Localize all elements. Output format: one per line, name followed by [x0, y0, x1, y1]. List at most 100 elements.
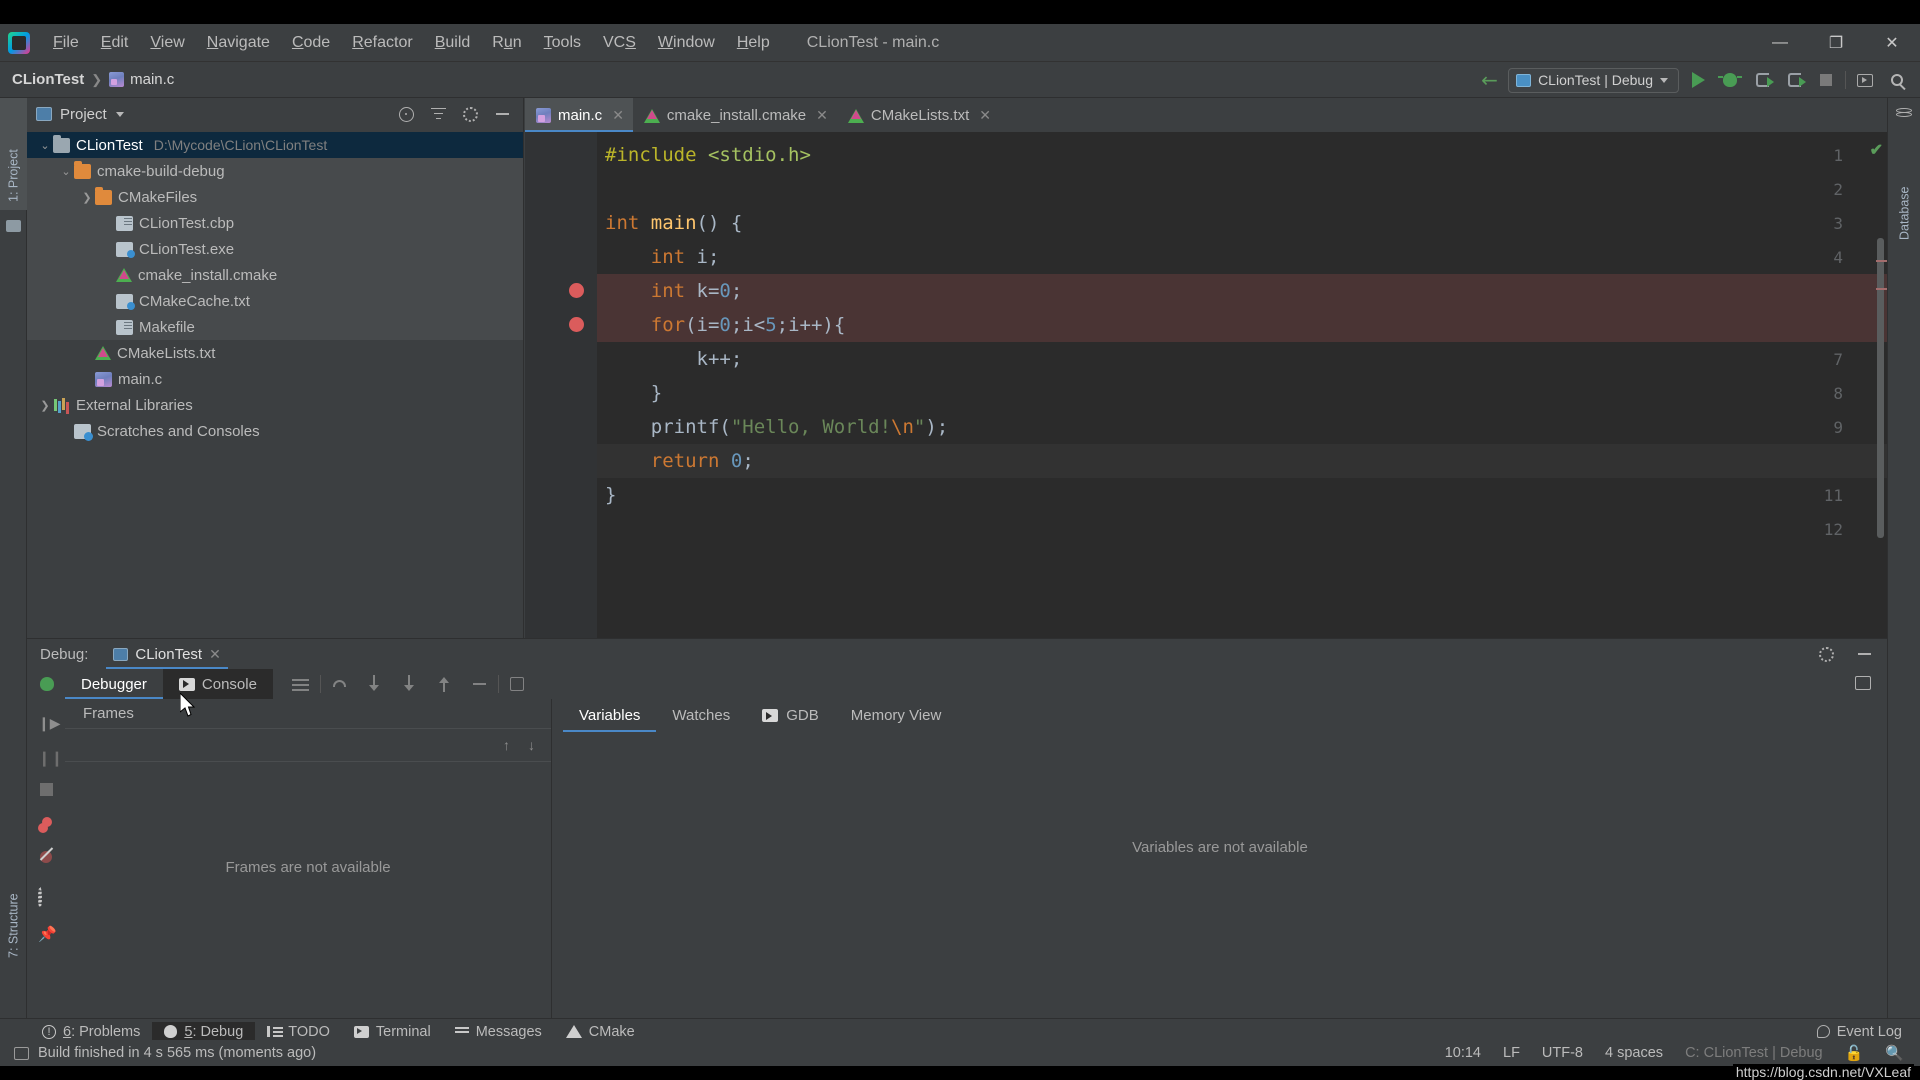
- step-out-icon[interactable]: [435, 675, 454, 694]
- caret-position[interactable]: 10:14: [1445, 1045, 1481, 1061]
- code-line[interactable]: return 0;: [597, 444, 1887, 478]
- code-line[interactable]: [597, 512, 1887, 546]
- evaluate-icon[interactable]: [508, 675, 527, 694]
- screen-icon[interactable]: [1852, 67, 1878, 93]
- arrow-up-icon[interactable]: ↑: [503, 737, 510, 753]
- breadcrumb-project[interactable]: CLionTest: [12, 71, 84, 88]
- code-line[interactable]: #include <stdio.h>: [597, 138, 1887, 172]
- search-everywhere-icon[interactable]: [1884, 67, 1910, 93]
- code-line[interactable]: int k= 0;: [597, 274, 1887, 308]
- collapse-all-icon[interactable]: [429, 105, 447, 123]
- breadcrumb-file[interactable]: main.c: [109, 71, 174, 88]
- tree-node-external-libraries[interactable]: ❯ External Libraries: [27, 392, 523, 418]
- menu-item-view[interactable]: View: [139, 32, 195, 54]
- settings-gear-icon[interactable]: [38, 887, 55, 908]
- menu-item-code[interactable]: Code: [281, 32, 341, 54]
- menu-item-refactor[interactable]: Refactor: [341, 32, 423, 54]
- code-line[interactable]: int main() {: [597, 206, 1887, 240]
- menu-item-build[interactable]: Build: [424, 32, 482, 54]
- pause-icon[interactable]: ❙❙: [38, 749, 63, 767]
- tool-window-button-5-debug[interactable]: 5: Debug: [152, 1021, 256, 1042]
- view-breakpoints-icon[interactable]: [38, 817, 55, 834]
- tree-node-cliontest[interactable]: ⌄ CLionTest D:\Mycode\CLion\CLionTest: [27, 132, 523, 158]
- run-configuration-selector[interactable]: CLionTest | Debug: [1508, 67, 1679, 93]
- breakpoint-icon[interactable]: [569, 283, 584, 298]
- indent-setting[interactable]: 4 spaces: [1605, 1045, 1663, 1061]
- step-over-icon[interactable]: [330, 675, 349, 694]
- scrollbar-thumb[interactable]: [1877, 238, 1884, 538]
- arrow-down-icon[interactable]: ↓: [528, 737, 535, 753]
- breakpoint-icon[interactable]: [569, 317, 584, 332]
- force-step-into-icon[interactable]: [400, 674, 419, 694]
- tree-node-cliontest-cbp[interactable]: CLionTest.cbp: [27, 210, 523, 236]
- stop-icon[interactable]: [1813, 67, 1839, 93]
- debug-bug-icon[interactable]: [38, 675, 55, 692]
- tree-node-main-c[interactable]: main.c: [27, 366, 523, 392]
- resume-icon[interactable]: ❙▶: [38, 715, 61, 732]
- hide-icon[interactable]: [1855, 645, 1873, 663]
- inspections-icon[interactable]: 🔍: [1885, 1044, 1904, 1062]
- variables-tab-gdb[interactable]: GDB: [746, 699, 835, 732]
- menu-item-run[interactable]: Run: [481, 32, 532, 54]
- attach-icon[interactable]: [1749, 67, 1775, 93]
- minimize-button[interactable]: —: [1752, 24, 1808, 62]
- layout-settings-icon[interactable]: [1855, 676, 1873, 692]
- variables-tab-watches[interactable]: Watches: [656, 699, 746, 732]
- sidebar-item-project[interactable]: 1: Project: [0, 98, 27, 210]
- sidebar-item-database[interactable]: Database: [1888, 130, 1920, 240]
- tree-node-scratches-and-consoles[interactable]: Scratches and Consoles: [27, 418, 523, 444]
- mute-breakpoints-icon[interactable]: [38, 847, 55, 866]
- chevron-down-icon[interactable]: [115, 111, 124, 117]
- tool-window-button-messages[interactable]: Messages: [443, 1022, 554, 1042]
- code-line[interactable]: for (i= 0 ;i< 5 ;i++){: [597, 308, 1887, 342]
- variables-tab-memory-view[interactable]: Memory View: [835, 699, 958, 732]
- code-line[interactable]: int i;: [597, 240, 1887, 274]
- chevron-down-icon[interactable]: ⌄: [58, 165, 74, 178]
- menu-item-help[interactable]: Help: [726, 32, 781, 54]
- close-icon[interactable]: ✕: [209, 646, 221, 663]
- menu-item-tools[interactable]: Tools: [533, 32, 592, 54]
- editor-scrollbar[interactable]: [1876, 168, 1885, 638]
- step-into-icon[interactable]: [365, 674, 384, 694]
- code-line[interactable]: [597, 172, 1887, 206]
- tree-node-cmakecache-txt[interactable]: CMakeCache.txt: [27, 288, 523, 314]
- inspection-status-icon[interactable]: ✔: [1870, 140, 1883, 160]
- tool-window-button-6-problems[interactable]: ! 6: Problems: [30, 1022, 152, 1042]
- code-editor[interactable]: 123456789101112 #include <stdio.h>int ma…: [525, 132, 1887, 638]
- target-icon[interactable]: [397, 105, 415, 123]
- variables-tab-variables[interactable]: Variables: [563, 699, 657, 732]
- code-content[interactable]: #include <stdio.h> int main() { int i; in…: [597, 132, 1887, 638]
- event-log-button[interactable]: Event Log: [1816, 1024, 1920, 1040]
- close-icon[interactable]: ✕: [816, 107, 828, 124]
- code-line[interactable]: }: [597, 478, 1887, 512]
- tree-node-cliontest-exe[interactable]: CLionTest.exe: [27, 236, 523, 262]
- tool-window-button-todo[interactable]: TODO: [255, 1022, 342, 1042]
- stop-icon[interactable]: [38, 781, 55, 798]
- hide-icon[interactable]: [493, 105, 511, 123]
- tree-node-cmake-install-cmake[interactable]: cmake_install.cmake: [27, 262, 523, 288]
- tree-node-cmakelists-txt[interactable]: CMakeLists.txt: [27, 340, 523, 366]
- editor-tab-main-c[interactable]: main.c ✕: [525, 98, 633, 132]
- editor-tab-cmakelists-txt[interactable]: CMakeLists.txt ✕: [837, 98, 1000, 132]
- debug-icon[interactable]: [1717, 67, 1743, 93]
- close-icon[interactable]: ✕: [612, 107, 624, 124]
- tool-window-button-cmake[interactable]: CMake: [554, 1022, 647, 1042]
- debug-tab-debugger[interactable]: Debugger: [65, 669, 163, 699]
- menu-item-window[interactable]: Window: [647, 32, 726, 54]
- debug-session-tab[interactable]: CLionTest ✕: [106, 639, 229, 669]
- lock-icon[interactable]: 🔓: [1845, 1044, 1864, 1062]
- run-icon[interactable]: [1685, 67, 1711, 93]
- encoding[interactable]: UTF-8: [1542, 1045, 1583, 1061]
- chevron-down-icon[interactable]: ⌄: [37, 139, 53, 152]
- back-arrow-icon[interactable]: ↖: [1476, 67, 1503, 94]
- line-separator[interactable]: LF: [1503, 1045, 1520, 1061]
- maximize-button[interactable]: ❐: [1808, 24, 1864, 62]
- settings-gear-icon[interactable]: [1817, 645, 1835, 663]
- menu-item-vcs[interactable]: VCS: [592, 32, 647, 54]
- menu-item-navigate[interactable]: Navigate: [196, 32, 281, 54]
- run-with-coverage-icon[interactable]: [1781, 67, 1807, 93]
- tool-window-button-terminal[interactable]: Terminal: [342, 1022, 443, 1042]
- tree-node-cmakefiles[interactable]: ❯ CMakeFiles: [27, 184, 523, 210]
- menu-item-file[interactable]: File: [42, 32, 90, 54]
- pin-icon[interactable]: 📌: [38, 925, 57, 943]
